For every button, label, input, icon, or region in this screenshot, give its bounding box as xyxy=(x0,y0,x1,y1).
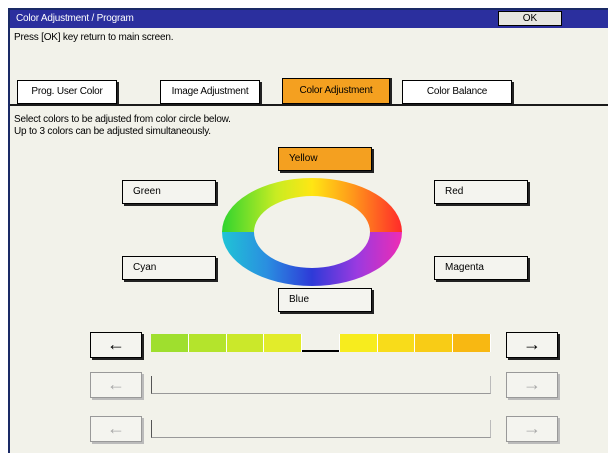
instructions: Select colors to be adjusted from color … xyxy=(14,114,231,138)
bar-segment xyxy=(264,334,303,352)
bar-segment xyxy=(339,334,378,352)
increase-button-disabled[interactable]: → xyxy=(506,372,558,398)
bar-segment xyxy=(415,334,454,352)
decrease-button-disabled[interactable]: ← xyxy=(90,372,142,398)
decrease-button[interactable]: ← xyxy=(90,332,142,358)
adjustment-bar[interactable] xyxy=(151,334,492,352)
window-title: Color Adjustment / Program xyxy=(16,13,134,24)
bar-segment xyxy=(188,334,227,352)
tab-color-balance[interactable]: Color Balance xyxy=(402,80,512,104)
instruction-line: Select colors to be adjusted from color … xyxy=(14,114,231,125)
decrease-button-disabled[interactable]: ← xyxy=(90,416,142,442)
instruction-line: Up to 3 colors can be adjusted simultane… xyxy=(14,126,211,137)
left-arrow-icon: ← xyxy=(107,374,125,394)
right-arrow-icon: → xyxy=(523,418,541,438)
bar-segment xyxy=(226,334,265,352)
blue-button[interactable]: Blue xyxy=(278,288,372,312)
color-adjustment-window: Color Adjustment / Program OK Press [OK]… xyxy=(8,8,608,453)
tab-color-adjustment[interactable]: Color Adjustment xyxy=(282,78,390,104)
bar-segment xyxy=(377,334,416,352)
increase-button[interactable]: → xyxy=(506,332,558,358)
left-arrow-icon: ← xyxy=(107,334,125,354)
tab-prog-user-color[interactable]: Prog. User Color xyxy=(17,80,117,104)
cyan-button[interactable]: Cyan xyxy=(122,256,216,280)
ok-button[interactable]: OK xyxy=(498,11,562,26)
yellow-button[interactable]: Yellow xyxy=(278,147,372,171)
tab-image-adjustment[interactable]: Image Adjustment xyxy=(160,80,260,104)
subtitle-text: Press [OK] key return to main screen. xyxy=(14,32,174,43)
tab-divider xyxy=(10,104,608,106)
adjustment-track-empty xyxy=(151,420,491,438)
magenta-button[interactable]: Magenta xyxy=(434,256,528,280)
green-button[interactable]: Green xyxy=(122,180,216,204)
left-arrow-icon: ← xyxy=(107,418,125,438)
red-button[interactable]: Red xyxy=(434,180,528,204)
bar-segment xyxy=(453,334,492,352)
increase-button-disabled[interactable]: → xyxy=(506,416,558,442)
right-arrow-icon: → xyxy=(523,334,541,354)
color-wheel-icon xyxy=(222,178,402,286)
bar-center-marker xyxy=(302,334,340,352)
right-arrow-icon: → xyxy=(523,374,541,394)
adjustment-track-empty xyxy=(151,376,491,394)
bar-segment xyxy=(151,334,189,352)
title-bar: Color Adjustment / Program OK xyxy=(10,10,608,28)
color-circle[interactable] xyxy=(220,176,404,288)
